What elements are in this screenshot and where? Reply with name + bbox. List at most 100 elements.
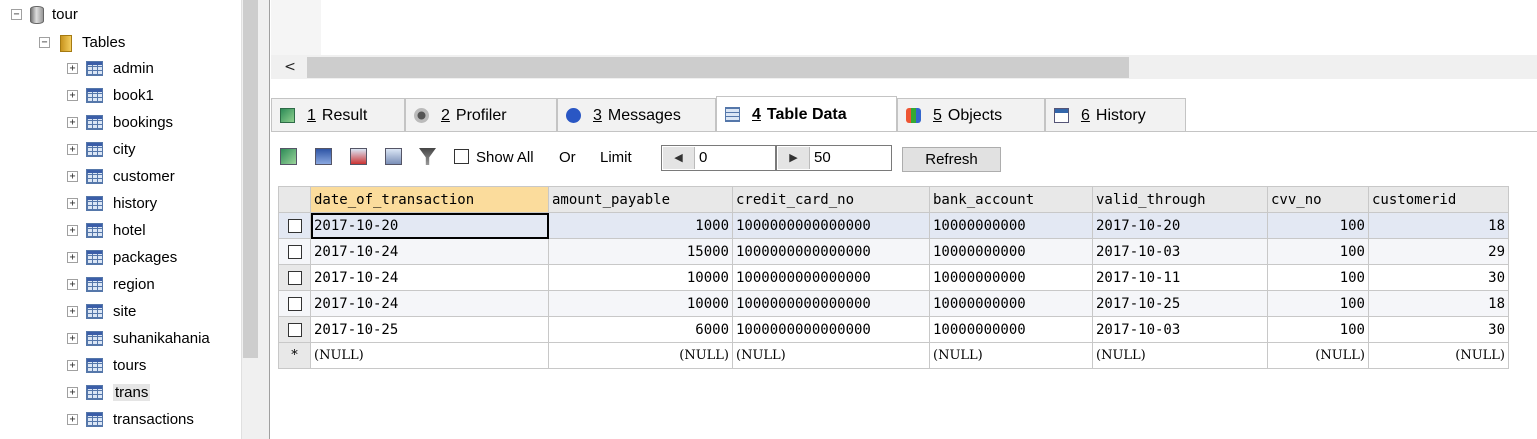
tree-node-table[interactable]: + trans [67,380,151,404]
grid-cell[interactable]: 10000000000 [929,238,1093,265]
tree-node-table[interactable]: + admin [67,56,154,80]
expand-icon[interactable]: + [67,143,78,155]
expand-icon[interactable]: + [67,197,78,209]
grid-cell[interactable]: 1000 [548,212,733,239]
table-row[interactable]: 2017-10-25 6000 1000000000000000 1000000000… [278,316,1509,343]
grid-cell[interactable]: 6000 [548,316,733,343]
grid-cell[interactable]: 2017-10-24 [310,238,549,265]
expand-icon[interactable]: + [67,386,78,398]
tab-profiler[interactable]: 2 Profiler [405,98,557,132]
grid-cell[interactable]: 2017-10-25 [1092,290,1268,317]
grid-cell[interactable]: 1000000000000000 [732,316,930,343]
expand-icon[interactable]: + [67,332,78,344]
grid-cell[interactable]: 10000000000 [929,212,1093,239]
tree-node-table[interactable]: + bookings [67,110,173,134]
expand-icon[interactable]: + [67,89,78,101]
insert-row-icon[interactable] [280,148,297,165]
new-row[interactable]: * (NULL) (NULL) (NULL) (NULL) (NULL) (NULL) (NU… [278,342,1509,369]
tree-node-table[interactable]: + packages [67,245,177,269]
tree-node-tables-folder[interactable]: − Tables [39,30,125,54]
null-cell[interactable]: (NULL) [929,342,1093,369]
grid-cell[interactable]: 1000000000000000 [732,290,930,317]
column-header[interactable]: bank_account [929,186,1093,213]
collapse-icon[interactable]: − [39,36,50,48]
table-row[interactable]: 2017-10-24 15000 1000000000000000 100000000… [278,238,1509,265]
null-cell[interactable]: (NULL) [1368,342,1509,369]
grid-cell[interactable]: 2017-10-11 [1092,264,1268,291]
null-cell[interactable]: (NULL) [310,342,549,369]
tree-node-table[interactable]: + city [67,137,136,161]
null-cell[interactable]: (NULL) [732,342,930,369]
tree-node-table[interactable]: + customer [67,164,175,188]
checkbox-icon[interactable] [287,270,302,285]
tree-node-table[interactable]: + hotel [67,218,146,242]
tree-node-table[interactable]: + book1 [67,83,154,107]
grid-cell[interactable]: 1000000000000000 [732,264,930,291]
collapse-icon[interactable]: − [11,8,22,20]
tree-node-table[interactable]: + tours [67,353,146,377]
delete-row-icon[interactable] [350,148,367,165]
tab-messages[interactable]: 3 Messages [557,98,716,132]
expand-icon[interactable]: + [67,62,78,74]
grid-cell[interactable]: 2017-10-20 [1092,212,1268,239]
grid-cell[interactable]: 100 [1267,264,1369,291]
checkbox-icon[interactable] [287,322,302,337]
row-header-corner[interactable] [278,186,311,213]
refresh-button[interactable]: Refresh [902,147,1001,172]
tree-node-table[interactable]: + transactions [67,407,194,431]
query-editor[interactable] [271,0,1537,55]
row-select-checkbox[interactable] [278,212,311,239]
column-header[interactable]: amount_payable [548,186,733,213]
grid-cell[interactable]: 1000000000000000 [732,238,930,265]
column-header[interactable]: credit_card_no [732,186,930,213]
row-select-checkbox[interactable] [278,316,311,343]
expand-icon[interactable]: + [67,413,78,425]
limit-count-value[interactable]: 50 [814,149,831,166]
grid-cell[interactable]: 100 [1267,212,1369,239]
cancel-changes-icon[interactable] [385,148,402,165]
tree-node-table[interactable]: + site [67,299,136,323]
grid-cell[interactable]: 2017-10-03 [1092,238,1268,265]
table-row[interactable]: 2017-10-24 10000 1000000000000000 100000000… [278,290,1509,317]
column-header[interactable]: customerid [1368,186,1509,213]
tree-node-table[interactable]: + history [67,191,157,215]
expand-icon[interactable]: + [67,251,78,263]
tree-node-table[interactable]: + region [67,272,155,296]
tab-table-data[interactable]: 4 Table Data [716,96,897,132]
show-all-checkbox[interactable] [454,149,469,164]
checkbox-icon[interactable] [287,296,302,311]
grid-cell[interactable]: 2017-10-25 [310,316,549,343]
column-header[interactable]: valid_through [1092,186,1268,213]
scroll-left-arrow-icon[interactable]: < [280,58,300,76]
null-cell[interactable]: (NULL) [1092,342,1268,369]
grid-cell[interactable]: 2017-10-24 [310,290,549,317]
expand-icon[interactable]: + [67,278,78,290]
grid-cell[interactable]: 100 [1267,290,1369,317]
grid-cell[interactable]: 29 [1368,238,1509,265]
expand-icon[interactable]: + [67,359,78,371]
null-cell[interactable]: (NULL) [1267,342,1369,369]
editor-scrollbar-thumb[interactable] [307,57,1129,78]
grid-cell[interactable]: 30 [1368,264,1509,291]
checkbox-icon[interactable] [287,244,302,259]
tree-scrollbar-thumb[interactable] [243,0,258,358]
tree-node-database[interactable]: − tour [11,2,78,26]
null-cell[interactable]: (NULL) [548,342,733,369]
expand-icon[interactable]: + [67,305,78,317]
expand-icon[interactable]: + [67,170,78,182]
grid-cell[interactable]: 10000000000 [929,290,1093,317]
tree-node-table[interactable]: + suhanikahania [67,326,210,350]
grid-cell[interactable]: 2017-10-20 [310,212,549,239]
table-row[interactable]: 2017-10-20 1000 1000000000000000 1000000000… [278,212,1509,239]
grid-cell[interactable]: 2017-10-03 [1092,316,1268,343]
save-icon[interactable] [315,148,332,165]
grid-cell[interactable]: 100 [1267,316,1369,343]
row-select-checkbox[interactable] [278,238,311,265]
grid-cell[interactable]: 10000 [548,290,733,317]
row-select-checkbox[interactable] [278,290,311,317]
previous-page-icon[interactable]: ◀ [663,147,695,169]
grid-cell[interactable]: 10000 [548,264,733,291]
grid-cell[interactable]: 10000000000 [929,264,1093,291]
grid-cell[interactable]: 1000000000000000 [732,212,930,239]
table-row[interactable]: 2017-10-24 10000 1000000000000000 100000000… [278,264,1509,291]
